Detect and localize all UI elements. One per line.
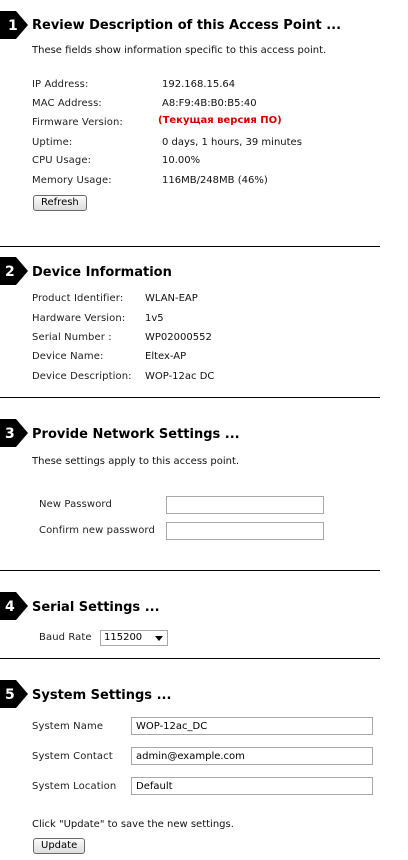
system-contact-field[interactable]	[131, 747, 373, 765]
ip-address-value: 192.168.15.64	[162, 79, 236, 90]
section-title: Review Description of this Access Point …	[32, 18, 342, 33]
section-title: Device Information	[32, 265, 172, 280]
baud-rate-select[interactable]: 115200	[100, 630, 168, 646]
confirm-password-field[interactable]	[166, 522, 324, 540]
section-divider	[0, 658, 380, 659]
section-title: System Settings ...	[32, 688, 172, 703]
section-divider	[0, 570, 380, 571]
firmware-version-label: Firmware Version:	[32, 117, 123, 128]
device-name-label: Device Name:	[32, 351, 104, 362]
device-description-value: WOP-12ac DC	[145, 371, 215, 382]
svg-text:3: 3	[5, 426, 15, 442]
mac-address-value: A8:F9:4B:B0:B5:40	[162, 98, 257, 109]
confirm-password-label: Confirm new password	[39, 525, 155, 536]
cpu-usage-value: 10.00%	[162, 155, 201, 166]
refresh-button[interactable]: Refresh	[33, 195, 87, 211]
section-divider	[0, 246, 380, 247]
dropdown-arrow-icon	[155, 636, 163, 641]
baud-rate-value: 115200	[104, 632, 143, 643]
update-button[interactable]: Update	[33, 838, 86, 854]
step-1-badge-icon: 1	[0, 11, 28, 39]
step-5-badge-icon: 5	[0, 680, 28, 708]
product-identifier-label: Product Identifier:	[32, 293, 124, 304]
hardware-version-label: Hardware Version:	[32, 313, 126, 324]
serial-number-label: Serial Number :	[32, 332, 112, 343]
system-location-field[interactable]	[131, 777, 373, 795]
product-identifier-value: WLAN-EAP	[145, 293, 198, 304]
baud-rate-label: Baud Rate	[39, 632, 92, 643]
device-description-label: Device Description:	[32, 371, 132, 382]
section-description: These settings apply to this access poin…	[32, 456, 240, 467]
memory-usage-value: 116MB/248MB (46%)	[162, 175, 268, 186]
firmware-version-value: (Текущая версия ПО)	[158, 115, 282, 126]
hardware-version-value: 1v5	[145, 313, 164, 324]
new-password-label: New Password	[39, 499, 112, 510]
system-location-label: System Location	[32, 781, 117, 792]
system-name-field[interactable]	[131, 717, 373, 735]
step-2-badge-icon: 2	[0, 257, 28, 285]
memory-usage-label: Memory Usage:	[32, 175, 112, 186]
system-name-label: System Name	[32, 721, 104, 732]
uptime-label: Uptime:	[32, 137, 73, 148]
step-3-badge-icon: 3	[0, 419, 28, 447]
section-divider	[0, 397, 380, 398]
section-description: These fields show information specific t…	[32, 45, 327, 56]
svg-text:4: 4	[5, 599, 15, 615]
new-password-field[interactable]	[166, 496, 324, 514]
svg-text:5: 5	[5, 687, 15, 703]
svg-text:1: 1	[8, 18, 18, 34]
system-contact-label: System Contact	[32, 751, 113, 762]
section-title: Serial Settings ...	[32, 600, 160, 615]
update-hint: Click "Update" to save the new settings.	[32, 819, 234, 830]
mac-address-label: MAC Address:	[32, 98, 102, 109]
section-title: Provide Network Settings ...	[32, 427, 240, 442]
step-4-badge-icon: 4	[0, 592, 28, 620]
uptime-value: 0 days, 1 hours, 39 minutes	[162, 137, 302, 148]
device-name-value: Eltex-AP	[145, 351, 187, 362]
serial-number-value: WP02000552	[145, 332, 212, 343]
ip-address-label: IP Address:	[32, 79, 89, 90]
cpu-usage-label: CPU Usage:	[32, 155, 92, 166]
svg-text:2: 2	[5, 264, 15, 280]
